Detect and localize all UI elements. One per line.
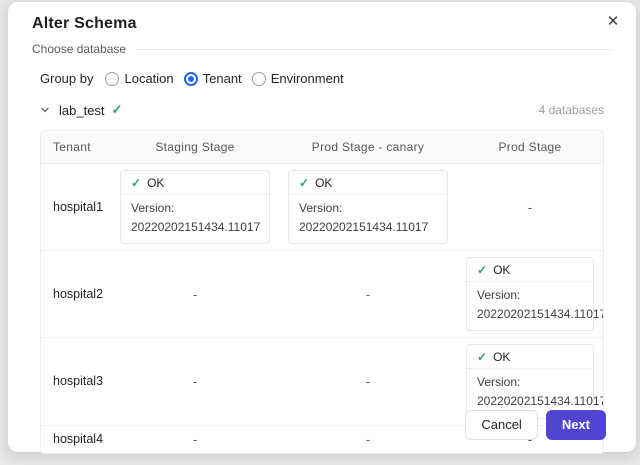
- empty-cell: -: [111, 338, 279, 425]
- chevron-down-icon[interactable]: [38, 103, 52, 117]
- status-card: ✓ OK Version: 20220202151434.11017: [466, 344, 594, 418]
- radio-selected-icon: [184, 72, 198, 86]
- database-table: Tenant Staging Stage Prod Stage - canary…: [40, 130, 604, 454]
- table-cell: ✓ OK Version: 20220202151434.11017: [457, 251, 603, 338]
- empty-cell: -: [457, 164, 603, 251]
- table-cell: ✓ OK Version: 20220202151434.11017: [279, 164, 457, 251]
- status-card-body: Version: 20220202151434.11017: [121, 195, 269, 243]
- tenant-name: hospital1: [41, 164, 111, 251]
- radio-option-tenant[interactable]: Tenant: [184, 71, 242, 86]
- alter-schema-modal: Alter Schema ✕ Choose database Group by …: [8, 2, 636, 452]
- status-card: ✓ OK Version: 20220202151434.11017: [466, 257, 594, 331]
- empty-cell: -: [279, 338, 457, 425]
- table-cell: ✓ OK Version: 20220202151434.11017: [111, 164, 279, 251]
- status-label: OK: [493, 263, 510, 277]
- check-icon: ✓: [131, 177, 141, 189]
- status-label: OK: [315, 176, 332, 190]
- status-label: OK: [493, 350, 510, 364]
- version-label: Version:: [477, 286, 583, 305]
- empty-cell: -: [111, 425, 279, 453]
- radio-option-label: Tenant: [203, 71, 242, 86]
- close-icon[interactable]: ✕: [602, 10, 624, 32]
- status-label: OK: [147, 176, 164, 190]
- empty-cell: -: [111, 251, 279, 338]
- group-by-label: Group by: [40, 71, 93, 86]
- status-card-header: ✓ OK: [467, 258, 593, 282]
- empty-cell: -: [279, 251, 457, 338]
- database-group-name: lab_test: [59, 103, 105, 118]
- radio-icon: [105, 72, 119, 86]
- version-value: 20220202151434.11017: [299, 218, 437, 237]
- radio-option-location[interactable]: Location: [105, 71, 173, 86]
- check-icon: ✓: [112, 102, 123, 118]
- modal-footer: Cancel Next: [465, 410, 606, 440]
- check-icon: ✓: [477, 264, 487, 276]
- version-value: 20220202151434.11017: [131, 218, 259, 237]
- cancel-button[interactable]: Cancel: [465, 410, 537, 440]
- status-card-header: ✓ OK: [289, 171, 447, 195]
- database-count: 4 databases: [539, 103, 604, 117]
- tenant-name: hospital4: [41, 425, 111, 453]
- table-row: hospital2 - - ✓ OK Vers: [41, 251, 603, 338]
- check-icon: ✓: [299, 177, 309, 189]
- column-header-canary: Prod Stage - canary: [279, 131, 457, 164]
- version-label: Version:: [299, 199, 437, 218]
- check-icon: ✓: [477, 351, 487, 363]
- radio-option-label: Location: [124, 71, 173, 86]
- database-group-header: lab_test ✓ 4 databases: [40, 102, 604, 118]
- modal-subtitle: Choose database: [32, 42, 126, 56]
- table-header-row: Tenant Staging Stage Prod Stage - canary…: [41, 131, 603, 164]
- version-value: 20220202151434.11017: [477, 392, 583, 411]
- column-header-staging: Staging Stage: [111, 131, 279, 164]
- next-button[interactable]: Next: [546, 410, 606, 440]
- tenant-name: hospital3: [41, 338, 111, 425]
- modal-header: Alter Schema: [8, 2, 636, 33]
- version-label: Version:: [131, 199, 259, 218]
- version-value: 20220202151434.11017: [477, 305, 583, 324]
- radio-option-label: Environment: [271, 71, 344, 86]
- empty-cell: -: [279, 425, 457, 453]
- column-header-tenant: Tenant: [41, 131, 111, 164]
- table-row: hospital1 ✓ OK Version: 2022020: [41, 164, 603, 251]
- status-card-body: Version: 20220202151434.11017: [467, 282, 593, 330]
- status-card-header: ✓ OK: [121, 171, 269, 195]
- status-card: ✓ OK Version: 20220202151434.11017: [120, 170, 270, 244]
- tenant-name: hospital2: [41, 251, 111, 338]
- column-header-prod: Prod Stage: [457, 131, 603, 164]
- modal-body: Group by Location Tenant Environment: [8, 71, 636, 454]
- version-label: Version:: [477, 373, 583, 392]
- status-card-body: Version: 20220202151434.11017: [289, 195, 447, 243]
- status-card-header: ✓ OK: [467, 345, 593, 369]
- status-card: ✓ OK Version: 20220202151434.11017: [288, 170, 448, 244]
- radio-option-environment[interactable]: Environment: [252, 71, 344, 86]
- subtitle-divider: Choose database: [32, 42, 612, 56]
- group-by-radio-group: Group by Location Tenant Environment: [40, 71, 604, 86]
- divider-line: [136, 49, 612, 50]
- modal-title: Alter Schema: [32, 15, 612, 33]
- radio-icon: [252, 72, 266, 86]
